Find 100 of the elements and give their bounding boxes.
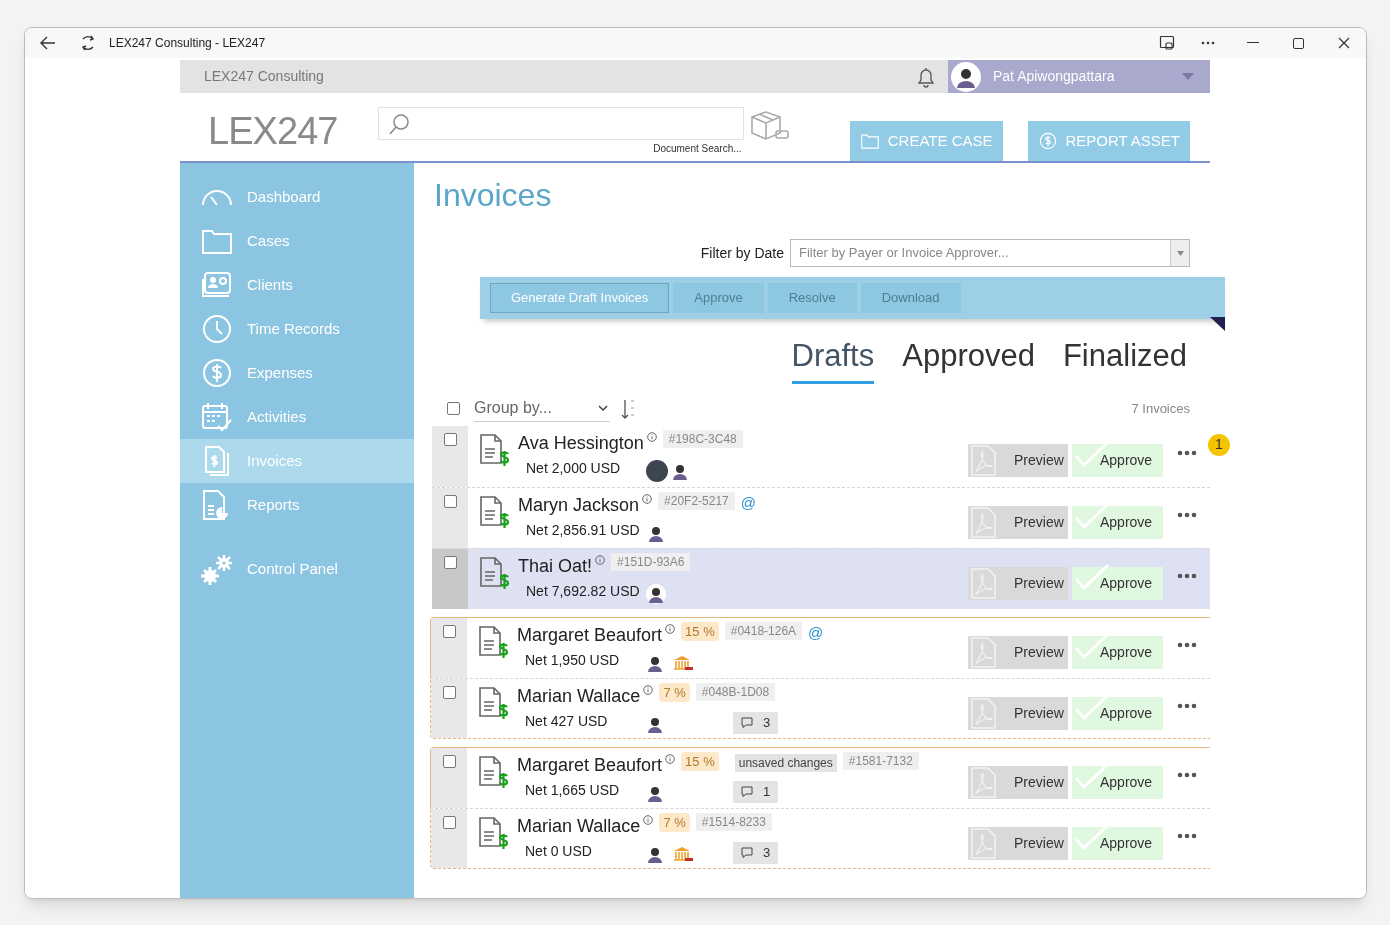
dollar-icon	[1037, 131, 1058, 151]
net-amount: Net 1,665 USD	[525, 781, 621, 800]
row-checkbox[interactable]	[442, 685, 456, 699]
client-name[interactable]: Marian Wallace	[517, 812, 641, 840]
tax-rate: 15 %	[681, 751, 719, 771]
more-icon[interactable]	[1177, 511, 1197, 518]
maximize-icon[interactable]	[1293, 37, 1304, 49]
approve-button[interactable]: Approve	[1072, 635, 1163, 669]
more-icon[interactable]	[1177, 449, 1197, 456]
invoice-row[interactable]: Maryn Jackson #20F2-5217 @ Net 2,856.91 USD Preview Approve	[432, 486, 1210, 548]
approve-button[interactable]: Approve	[1072, 505, 1163, 539]
preview-button[interactable]: Preview	[968, 566, 1068, 600]
more-icon[interactable]	[1177, 702, 1197, 709]
invoice-icon	[477, 624, 509, 659]
mention-marker: @	[808, 622, 824, 643]
row-checkbox[interactable]	[443, 555, 457, 569]
tab[interactable]: Approved	[902, 333, 1035, 384]
mention-marker: @	[740, 492, 756, 513]
invoice-number: #151D-93A6	[611, 552, 691, 571]
preview-button[interactable]: Preview	[968, 443, 1068, 477]
preview-button[interactable]: Preview	[968, 826, 1068, 860]
minimize-icon[interactable]	[1247, 42, 1259, 44]
row-checkbox[interactable]	[442, 815, 456, 829]
pdf-icon	[970, 636, 996, 668]
pdf-icon	[970, 697, 996, 729]
search-caption: Document Search...	[653, 142, 742, 156]
fold-icon	[1210, 317, 1225, 331]
refresh-icon[interactable]	[79, 34, 97, 52]
dollar-icon	[200, 357, 234, 389]
filter-dropdown[interactable]: Filter by Payer or Invoice Approver...	[790, 239, 1190, 267]
approve-button[interactable]: Approve	[1072, 826, 1163, 860]
more-icon[interactable]	[1177, 771, 1197, 778]
caret-icon	[1182, 73, 1194, 80]
search-icon	[386, 111, 411, 136]
approve-button[interactable]: Approve	[1072, 443, 1163, 477]
more-icon[interactable]	[1177, 832, 1197, 839]
app-icon[interactable]	[1159, 35, 1175, 51]
invoice-row[interactable]: Margaret Beaufort 15 % #0418-126A @ Net 1,950 USD Preview Approve	[430, 616, 1210, 678]
more-icon[interactable]	[1177, 641, 1197, 648]
pdf-icon	[970, 444, 996, 476]
chevron-down-icon	[598, 405, 608, 411]
logo: LEX247	[208, 109, 338, 154]
net-amount: Net 0 USD	[525, 842, 593, 861]
select-all-checkbox[interactable]	[447, 402, 460, 415]
folder-icon	[859, 131, 880, 151]
window-title: LEX247 Consulting - LEX247	[109, 35, 266, 52]
info-icon	[665, 623, 676, 634]
client-name[interactable]: Margaret Beaufort	[517, 621, 663, 649]
comment-count[interactable]: 3	[733, 841, 779, 864]
more-icon[interactable]	[1201, 41, 1215, 45]
net-amount: Net 427 USD	[525, 712, 609, 731]
avatar-icon	[951, 61, 981, 92]
comment-icon	[741, 717, 753, 728]
person-icon	[646, 583, 666, 604]
approve-button[interactable]: Approve	[1072, 696, 1163, 730]
approve-button[interactable]: Approve	[1072, 765, 1163, 799]
row-checkbox[interactable]	[442, 754, 456, 768]
invoice-row[interactable]: Marian Wallace 7 % #048B-1D08 Net 427 USD 3 Preview Approve	[430, 677, 1210, 739]
more-icon[interactable]	[1177, 572, 1197, 579]
net-amount: Net 1,950 USD	[525, 651, 621, 670]
comment-icon	[741, 847, 753, 858]
status-tag: unsaved changes	[734, 753, 837, 772]
invoice-row[interactable]: Margaret Beaufort 15 % unsaved changes #1581-7132 Net 1,665 USD 1 Preview Approve	[430, 746, 1210, 808]
approve-button[interactable]: Approve	[1072, 566, 1163, 600]
preview-button[interactable]: Preview	[968, 696, 1068, 730]
gears-icon	[200, 553, 234, 585]
preview-button[interactable]: Preview	[968, 505, 1068, 539]
close-icon[interactable]	[1338, 37, 1350, 49]
invoice-icon	[477, 754, 509, 789]
pdf-icon	[970, 567, 996, 599]
preview-button[interactable]: Preview	[968, 765, 1068, 799]
client-name[interactable]: Margaret Beaufort	[517, 751, 663, 779]
client-name[interactable]: Marian Wallace	[517, 682, 641, 710]
client-name[interactable]: Ava Hessington	[518, 429, 644, 457]
row-checkbox[interactable]	[443, 432, 457, 446]
pdf-icon	[970, 506, 996, 538]
info-icon	[643, 814, 654, 825]
tab[interactable]: Finalized	[1062, 333, 1187, 384]
tax-rate: 15 %	[681, 621, 719, 641]
comment-count[interactable]: 3	[733, 711, 779, 734]
client-name[interactable]: Maryn Jackson	[518, 491, 640, 519]
tab[interactable]: Drafts	[791, 333, 875, 384]
invoice-row[interactable]: Thai Oat! #151D-93A6 Net 7,692.82 USD Preview Approve	[432, 547, 1210, 609]
group-by-dropdown[interactable]: Group by...	[474, 395, 610, 422]
back-icon[interactable]	[39, 34, 57, 52]
notification-badge: 1	[1206, 431, 1232, 458]
pdf-icon	[970, 827, 996, 859]
search-field[interactable]	[377, 107, 744, 140]
invoice-row[interactable]: Marian Wallace 7 % #1514-8233 Net 0 USD 3 Preview Approve	[430, 807, 1210, 869]
sort-icon[interactable]	[620, 397, 636, 420]
invoice-number: #1581-7132	[842, 751, 919, 770]
invoice-icon	[477, 685, 509, 720]
invoice-number: #20F2-5217	[658, 491, 735, 510]
row-checkbox[interactable]	[442, 624, 456, 638]
row-checkbox[interactable]	[443, 494, 457, 508]
preview-button[interactable]: Preview	[968, 635, 1068, 669]
client-name[interactable]: Thai Oat!	[518, 552, 593, 580]
pdf-icon	[970, 766, 996, 798]
comment-count[interactable]: 1	[733, 780, 779, 803]
info-icon	[646, 431, 657, 442]
